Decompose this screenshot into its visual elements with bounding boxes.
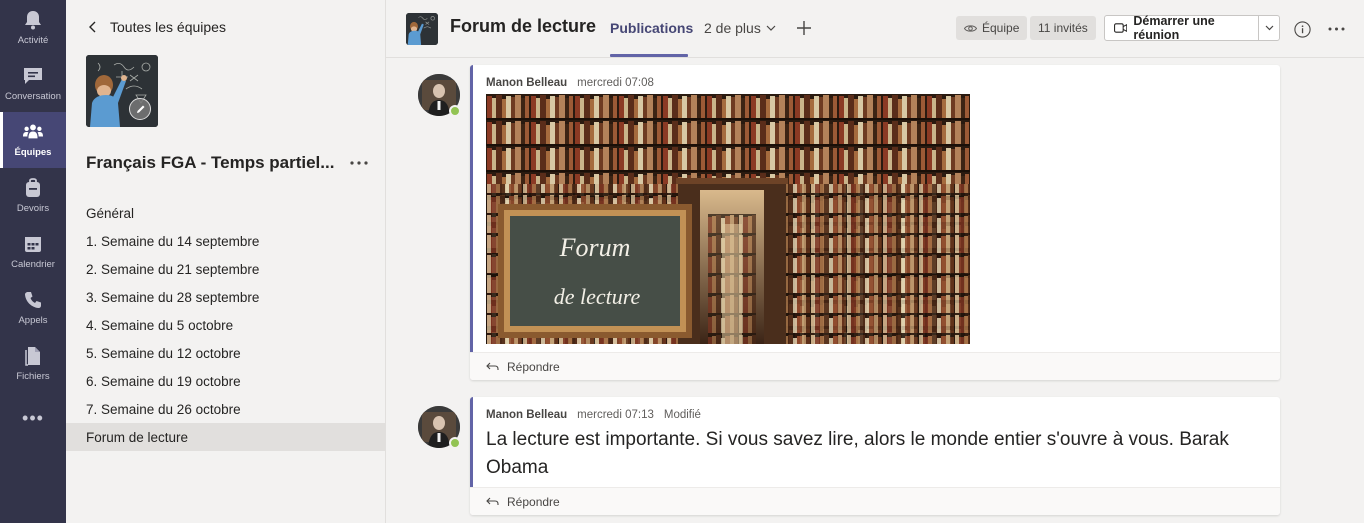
post-card: Manon Belleau mercredi 07:13 Modifié La … [470, 397, 1280, 515]
channel-item-semaine-4[interactable]: 4. Semaine du 5 octobre [66, 311, 386, 339]
meeting-options-dropdown[interactable] [1258, 16, 1279, 40]
video-camera-icon [1114, 23, 1128, 33]
channel-item-semaine-2[interactable]: 2. Semaine du 21 septembre [66, 255, 386, 283]
chevron-down-icon [1265, 25, 1273, 31]
more-horizontal-icon [1328, 27, 1344, 31]
reply-label: Répondre [507, 494, 560, 509]
channel-item-forum-de-lecture[interactable]: Forum de lecture [66, 423, 386, 451]
image-chalk-title-line2: de lecture [554, 284, 641, 309]
teams-icon [23, 122, 43, 142]
chevron-down-icon [766, 25, 776, 31]
start-meeting-button[interactable]: Démarrer une réunion [1104, 14, 1280, 42]
back-link-label: Toutes les équipes [110, 19, 226, 35]
channel-item-semaine-3[interactable]: 3. Semaine du 28 septembre [66, 283, 386, 311]
rail-more-apps-button[interactable]: ••• [0, 400, 66, 436]
post-author[interactable]: Manon Belleau [486, 77, 567, 89]
rail-item-label: Fichiers [16, 371, 50, 382]
reply-arrow-icon [486, 362, 499, 370]
phone-icon [23, 290, 43, 310]
reply-arrow-icon [486, 497, 499, 505]
channel-item-semaine-1[interactable]: 1. Semaine du 14 septembre [66, 227, 386, 255]
post-accent-bar [470, 397, 473, 487]
bell-icon [23, 10, 43, 30]
post-body-text: La lecture est importante. Si vous savez… [486, 429, 1229, 478]
post-image[interactable]: Forum de lecture [486, 94, 970, 344]
post-accent-bar [470, 65, 473, 352]
reply-button[interactable]: Répondre [470, 352, 1280, 380]
all-teams-back-link[interactable]: Toutes les équipes [86, 16, 226, 38]
rail-item-label: Conversation [5, 91, 61, 102]
rail-item-label: Activité [17, 35, 49, 46]
backpack-icon [23, 178, 43, 198]
post-meta: Manon Belleau mercredi 07:08 [486, 77, 654, 89]
reply-label: Répondre [507, 359, 560, 374]
post-author[interactable]: Manon Belleau [486, 409, 567, 421]
team-avatar[interactable] [86, 55, 158, 127]
post-timestamp: mercredi 07:08 [577, 77, 654, 89]
tab-more-label: 2 de plus [704, 20, 761, 36]
channel-header: Forum de lecture Publications 2 de plus … [386, 0, 1364, 58]
active-tab-indicator [610, 54, 688, 57]
library-books-image: Forum de lecture [486, 94, 970, 344]
post-meta: Manon Belleau mercredi 07:13 Modifié [486, 409, 701, 421]
info-icon [1293, 20, 1311, 38]
channel-team-thumbnail [406, 13, 438, 45]
rail-item-label: Appels [18, 315, 48, 326]
tab-more-dropdown[interactable]: 2 de plus [704, 20, 776, 36]
file-icon [23, 346, 43, 366]
conversation-pane: Manon Belleau mercredi 07:08 Forum de le… [386, 58, 1364, 523]
rail-item-label: Équipes [14, 147, 52, 158]
presence-available-icon [449, 437, 461, 449]
guests-count-badge[interactable]: 11 invités [1030, 16, 1096, 40]
rail-item-activite[interactable]: Activité [0, 0, 66, 56]
post-timestamp: mercredi 07:13 [577, 409, 654, 421]
rail-item-equipes[interactable]: Équipes [0, 112, 66, 168]
start-meeting-main[interactable]: Démarrer une réunion [1105, 14, 1258, 42]
image-chalk-title-line1: Forum [559, 233, 631, 262]
team-pill-label: Équipe [982, 21, 1020, 35]
app-rail: Activité Conversation Équipes Devoirs Ca… [0, 0, 66, 523]
post-card: Manon Belleau mercredi 07:08 Forum de le… [470, 65, 1280, 380]
rail-item-conversation[interactable]: Conversation [0, 56, 66, 112]
reply-button[interactable]: Répondre [470, 487, 1280, 515]
channel-title: Forum de lecture [450, 16, 597, 36]
plus-icon [797, 21, 811, 35]
rail-item-label: Devoirs [16, 203, 50, 214]
rail-item-calendrier[interactable]: Calendrier [0, 224, 66, 280]
channel-item-semaine-6[interactable]: 6. Semaine du 19 octobre [66, 367, 386, 395]
edit-avatar-icon[interactable] [129, 98, 151, 120]
rail-item-devoirs[interactable]: Devoirs [0, 168, 66, 224]
channel-info-button[interactable] [1292, 19, 1312, 39]
chevron-left-icon [89, 21, 96, 33]
rail-item-label: Calendrier [11, 259, 55, 270]
channel-item-semaine-7[interactable]: 7. Semaine du 26 octobre [66, 395, 386, 423]
team-visibility-badge[interactable]: Équipe [956, 16, 1028, 40]
channel-list: Général 1. Semaine du 14 septembre 2. Se… [66, 199, 386, 451]
more-horizontal-icon [350, 161, 368, 165]
channel-item-general[interactable]: Général [66, 199, 386, 227]
calendar-icon [23, 234, 43, 254]
header-more-options-button[interactable] [1324, 19, 1348, 39]
team-pane: Toutes les équipes Français FGA - Temps … [66, 0, 386, 523]
team-more-options-button[interactable] [348, 152, 370, 174]
presence-available-icon [449, 105, 461, 117]
start-meeting-label: Démarrer une réunion [1133, 14, 1215, 42]
add-tab-button[interactable] [794, 18, 814, 38]
post-edited-label: Modifié [663, 409, 701, 421]
team-name: Français FGA - Temps partiel... [86, 153, 335, 172]
channel-item-semaine-5[interactable]: 5. Semaine du 12 octobre [66, 339, 386, 367]
tab-publications[interactable]: Publications [610, 20, 693, 36]
eye-icon [964, 24, 977, 32]
rail-item-fichiers[interactable]: Fichiers [0, 336, 66, 392]
rail-item-appels[interactable]: Appels [0, 280, 66, 336]
chat-icon [23, 66, 43, 86]
